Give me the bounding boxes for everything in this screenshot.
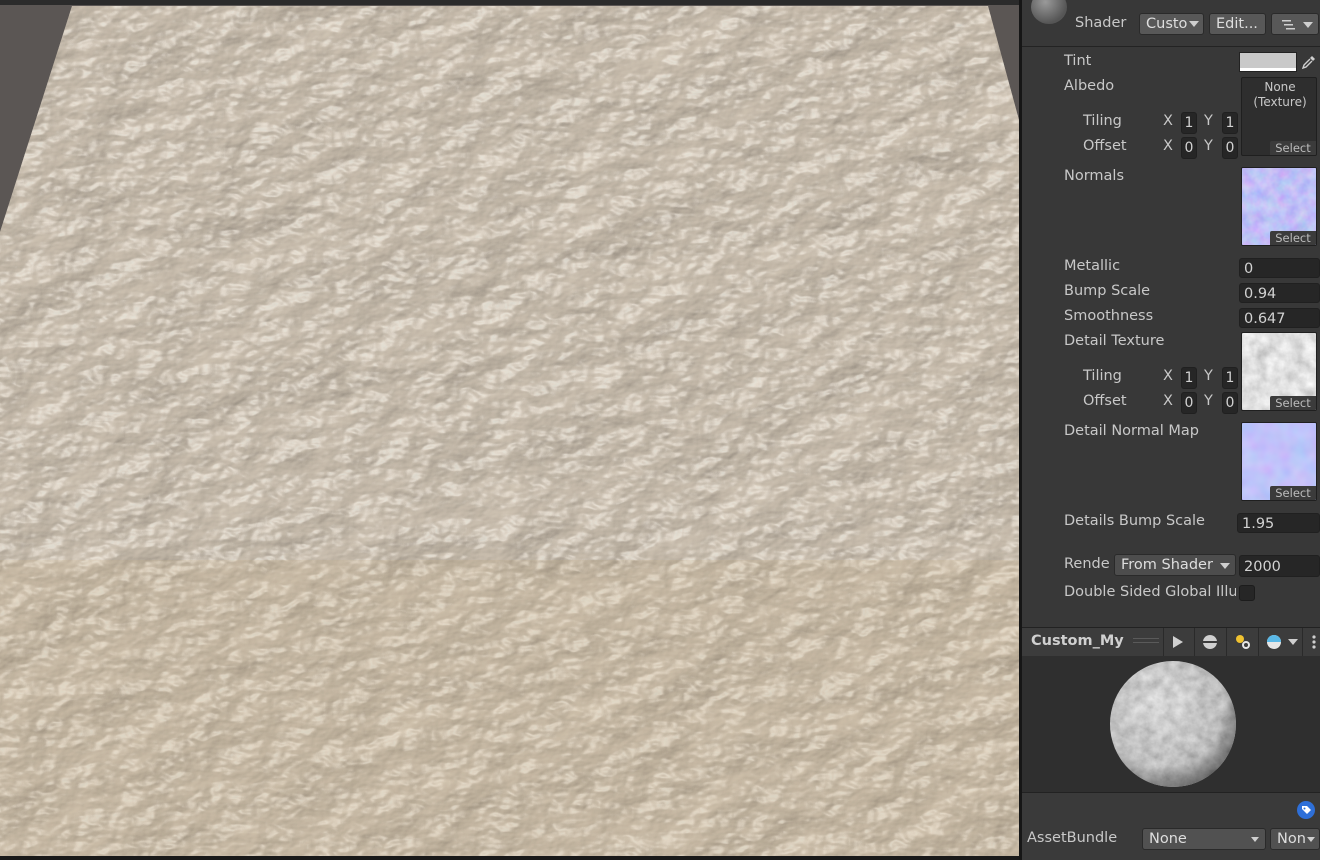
list-icon — [1282, 20, 1295, 30]
albedo-offset-label: Offset — [1083, 138, 1127, 154]
albedo-select-button[interactable]: Select — [1270, 141, 1316, 155]
metallic-field[interactable]: 0 — [1239, 258, 1320, 278]
details-bump-scale-label: Details Bump Scale — [1064, 513, 1205, 529]
bump-scale-field[interactable]: 0.94 — [1239, 283, 1320, 303]
chevron-down-icon — [1303, 22, 1313, 28]
lights-icon[interactable] — [1234, 633, 1252, 651]
metallic-label: Metallic — [1064, 258, 1121, 274]
detail-tiling-y-field[interactable]: 1 — [1222, 367, 1238, 389]
scene-toolbar-edge — [0, 0, 1019, 5]
detail-texture-label: Detail Texture — [1064, 333, 1165, 349]
albedo-texture-slot[interactable]: None (Texture) Select — [1241, 77, 1317, 156]
shader-options-button[interactable] — [1271, 13, 1319, 35]
material-preview-area[interactable] — [1022, 656, 1320, 792]
more-icon[interactable] — [1311, 634, 1317, 650]
detail-texture-select-button[interactable]: Select — [1270, 396, 1316, 410]
detail-normal-select-button[interactable]: Select — [1270, 486, 1316, 500]
albedo-offset-y-field[interactable]: 0 — [1222, 137, 1238, 159]
edit-shader-button[interactable]: Edit... — [1209, 13, 1266, 35]
sphere-mesh-icon[interactable] — [1202, 634, 1218, 650]
smoothness-field[interactable]: 0.647 — [1239, 308, 1320, 328]
detail-normal-map-label: Detail Normal Map — [1064, 423, 1199, 439]
asset-bundle-label: AssetBundle — [1027, 830, 1118, 846]
detail-offset-x-label: X — [1163, 393, 1173, 409]
albedo-offset-y-label: Y — [1204, 138, 1213, 154]
detail-tiling-label: Tiling — [1083, 368, 1122, 384]
albedo-offset-x-field[interactable]: 0 — [1181, 137, 1197, 159]
detail-tiling-x-field[interactable]: 1 — [1181, 367, 1197, 389]
shader-label: Shader — [1075, 15, 1127, 31]
double-sided-gi-checkbox[interactable] — [1239, 585, 1255, 601]
render-queue-dropdown[interactable]: From Shader — [1114, 554, 1236, 576]
chevron-down-icon — [1189, 21, 1199, 27]
chevron-down-icon — [1251, 837, 1259, 842]
normals-label: Normals — [1064, 168, 1125, 184]
eyedropper-icon[interactable] — [1301, 54, 1317, 70]
tint-label: Tint — [1064, 53, 1092, 69]
detail-tiling-y-label: Y — [1204, 368, 1213, 384]
albedo-tiling-y-label: Y — [1204, 113, 1213, 129]
asset-bundle-bar: AssetBundle None Non — [1022, 792, 1320, 860]
asset-bundle-value: None — [1149, 831, 1187, 847]
detail-offset-label: Offset — [1083, 393, 1127, 409]
drag-handle[interactable] — [1133, 638, 1159, 639]
albedo-tiling-x-label: X — [1163, 113, 1173, 129]
bump-scale-label: Bump Scale — [1064, 283, 1151, 299]
detail-offset-x-field[interactable]: 0 — [1181, 392, 1197, 414]
detail-offset-y-label: Y — [1204, 393, 1213, 409]
terrain-plane — [0, 0, 1019, 856]
tint-color-field[interactable] — [1239, 52, 1297, 72]
render-queue-field[interactable]: 2000 — [1239, 555, 1320, 577]
albedo-tiling-y-field[interactable]: 1 — [1222, 112, 1238, 134]
detail-tiling-x-label: X — [1163, 368, 1173, 384]
detail-offset-y-field[interactable]: 0 — [1222, 392, 1238, 414]
play-icon[interactable] — [1171, 635, 1185, 649]
normals-texture-slot[interactable]: Select — [1241, 167, 1317, 246]
smoothness-label: Smoothness — [1064, 308, 1154, 324]
material-preview-sphere — [1110, 661, 1236, 787]
scene-view[interactable] — [0, 0, 1019, 856]
albedo-label: Albedo — [1064, 78, 1115, 94]
detail-texture-slot[interactable]: Select — [1241, 332, 1317, 411]
detail-normal-map-slot[interactable]: Select — [1241, 422, 1317, 501]
details-bump-scale-field[interactable]: 1.95 — [1237, 513, 1320, 533]
asset-variant-dropdown[interactable]: Non — [1270, 828, 1320, 850]
albedo-tiling-label: Tiling — [1083, 113, 1122, 129]
double-sided-gi-label: Double Sided Global Illu — [1064, 584, 1236, 600]
chevron-down-icon[interactable] — [1288, 639, 1298, 645]
normals-select-button[interactable]: Select — [1270, 231, 1316, 245]
render-queue-label: Rende — [1064, 556, 1110, 572]
chevron-down-icon — [1307, 837, 1315, 842]
chevron-down-icon — [1220, 563, 1230, 569]
material-inspector: Shader Custo Edit... Tint Albedo None (T… — [1022, 0, 1320, 860]
tag-icon[interactable] — [1297, 801, 1315, 819]
preview-toolbar: Custom_My F — [1022, 627, 1320, 657]
asset-variant-value: Non — [1277, 831, 1306, 847]
render-queue-mode: From Shader — [1121, 557, 1213, 573]
shader-value: Custo — [1146, 16, 1188, 32]
albedo-texture-none: None (Texture) — [1253, 80, 1307, 109]
asset-bundle-dropdown[interactable]: None — [1142, 828, 1266, 850]
albedo-tiling-x-field[interactable]: 1 — [1181, 112, 1197, 134]
preview-sky-icon[interactable] — [1266, 634, 1282, 650]
albedo-offset-x-label: X — [1163, 138, 1173, 154]
preview-title: Custom_My F — [1031, 633, 1127, 649]
material-sphere-icon — [1031, 0, 1067, 24]
